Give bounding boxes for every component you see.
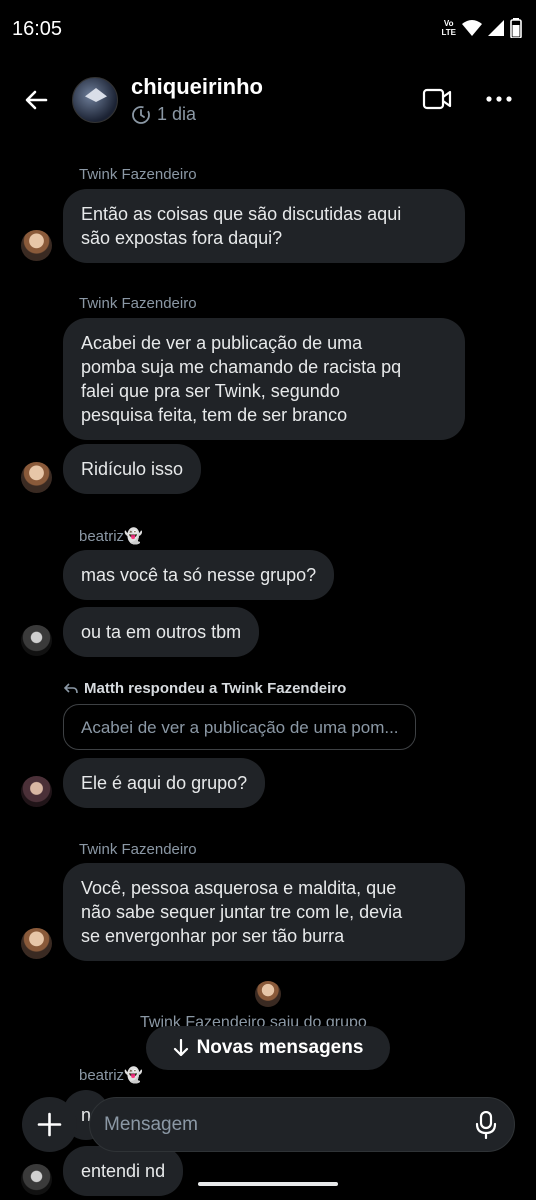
reply-header: Matth respondeu a Twink Fazendeiro — [64, 680, 346, 697]
message-bubble[interactable]: Então as coisas que são discutidas aqui … — [63, 189, 465, 263]
message-bubble[interactable]: mas você ta só nesse grupo? — [63, 550, 335, 600]
message-bubble[interactable]: ou ta em outros tbm — [63, 607, 260, 657]
group-name[interactable]: chiqueirinho — [131, 74, 263, 100]
reply-quote[interactable]: Acabei de ver a publicação de uma pom... — [63, 704, 416, 750]
arrow-down-icon — [173, 1039, 188, 1057]
user-avatar[interactable] — [21, 928, 52, 959]
signal-icon — [488, 20, 504, 36]
group-avatar[interactable] — [72, 77, 118, 123]
microphone-icon[interactable] — [474, 1111, 498, 1139]
reply-icon — [64, 682, 78, 693]
user-avatar[interactable] — [21, 776, 52, 807]
more-options-icon[interactable] — [484, 86, 514, 112]
message-bubble[interactable]: Ele é aqui do grupo? — [63, 758, 266, 808]
add-attachment-button[interactable] — [22, 1097, 77, 1152]
user-avatar[interactable] — [21, 625, 52, 656]
message-sender: beatriz👻 — [79, 528, 143, 545]
new-messages-button[interactable]: Novas mensagens — [146, 1026, 390, 1070]
gesture-bar — [198, 1182, 338, 1186]
message-composer — [89, 1097, 515, 1152]
left-user-avatar — [255, 981, 281, 1007]
message-sender: Twink Fazendeiro — [79, 841, 197, 858]
back-arrow-icon[interactable] — [20, 84, 52, 116]
message-sender: Twink Fazendeiro — [79, 166, 197, 183]
timer-icon — [132, 105, 150, 124]
status-time: 16:05 — [12, 18, 63, 40]
battery-icon — [510, 18, 522, 38]
user-avatar[interactable] — [21, 1164, 52, 1195]
message-bubble[interactable]: Ridículo isso — [63, 444, 202, 494]
status-bar: 16:05 Vo LTE — [0, 0, 536, 60]
message-sender: beatriz👻 — [79, 1067, 143, 1084]
volte-icon: Vo LTE — [441, 19, 456, 37]
status-icons: Vo LTE — [441, 18, 522, 38]
last-seen-text: 1 dia — [157, 104, 197, 124]
message-input[interactable] — [104, 1098, 464, 1151]
disappearing-timer: 1 dia — [131, 104, 196, 125]
message-bubble[interactable]: Você, pessoa asquerosa e maldita, que nã… — [63, 863, 465, 961]
video-call-icon[interactable] — [422, 86, 452, 112]
user-avatar[interactable] — [21, 462, 52, 493]
user-avatar[interactable] — [21, 230, 52, 261]
wifi-icon — [462, 20, 482, 36]
message-bubble[interactable]: Acabei de ver a publicação de uma pomba … — [63, 318, 465, 440]
plus-icon — [37, 1112, 62, 1137]
message-sender: Twink Fazendeiro — [79, 295, 197, 312]
message-bubble[interactable]: entendi nd — [63, 1146, 184, 1196]
chat-header: chiqueirinho 1 dia — [0, 62, 536, 138]
